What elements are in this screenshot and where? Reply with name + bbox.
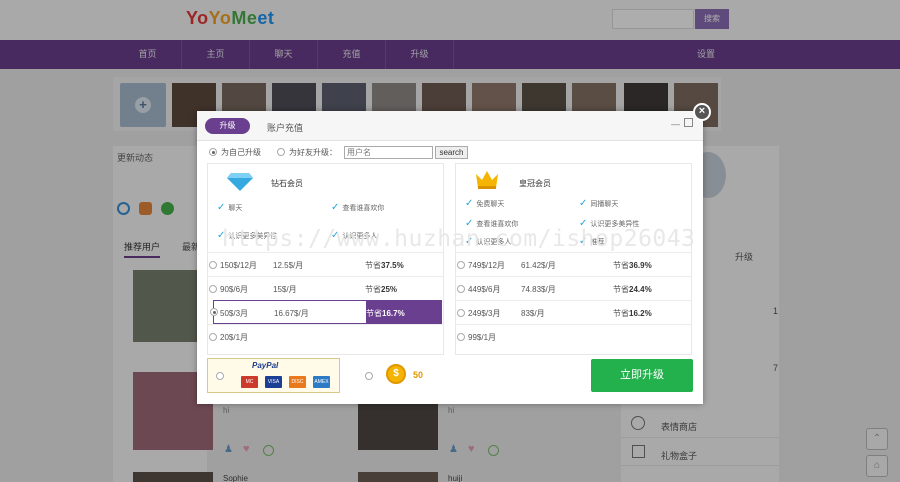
option-friend-label: 为好友升级：: [289, 148, 337, 157]
diamond-title: 钻石会员: [271, 179, 303, 188]
plan-option[interactable]: 90$/6月 15$/月 节省25%: [207, 276, 444, 300]
feature-item: ✓ 免费聊天: [465, 198, 505, 209]
feature-item: ✓ 查看谁喜欢你: [331, 202, 385, 213]
coin-icon: $: [386, 364, 406, 384]
discover-icon: DISC: [289, 376, 306, 388]
plan-option[interactable]: 249$/3月 83$/月 节省16.2%: [455, 300, 692, 324]
plan-radio[interactable]: [457, 333, 465, 341]
tab-upgrade[interactable]: 升级: [205, 118, 250, 134]
mastercard-icon: MC: [241, 376, 258, 388]
plan-radio[interactable]: [457, 261, 465, 269]
plan-option[interactable]: 20$/1月: [207, 324, 444, 348]
visa-icon: VISA: [265, 376, 282, 388]
tab-recharge[interactable]: 账户充值: [267, 121, 303, 134]
plan-option-selected[interactable]: 50$/3月 16.67$/月 节省16.7%: [210, 300, 442, 324]
plan-option[interactable]: 749$/12月 61.42$/月 节省36.9%: [455, 252, 692, 276]
minimize-icon[interactable]: —: [671, 119, 680, 129]
feature-item: ✓ 聊天: [217, 202, 243, 213]
coin-amount: 50: [413, 370, 424, 380]
coin-radio[interactable]: [365, 372, 373, 380]
amex-icon: AMEX: [313, 376, 330, 388]
paypal-logo: PayPal: [252, 361, 279, 370]
upgrade-now-button[interactable]: 立即升级: [591, 359, 693, 392]
plan-option[interactable]: 99$/1月: [455, 324, 692, 348]
friend-search-button[interactable]: search: [435, 146, 468, 159]
plan-radio[interactable]: [457, 285, 465, 293]
watermark: https://www.huzhan.com/ishop26043: [222, 226, 696, 252]
payment-radio[interactable]: [216, 372, 224, 380]
radio-self[interactable]: [209, 148, 217, 156]
feature-item: ✓ 同播聊天: [579, 198, 619, 209]
diamond-icon: [227, 171, 253, 191]
plan-radio[interactable]: [210, 308, 218, 316]
close-icon[interactable]: ×: [693, 103, 711, 121]
maximize-icon[interactable]: [684, 118, 693, 127]
username-field[interactable]: [344, 146, 433, 159]
plan-radio[interactable]: [209, 333, 217, 341]
savings-badge: 节省16.7%: [366, 301, 442, 323]
option-self-label: 为自己升级: [221, 148, 261, 157]
radio-friend[interactable]: [277, 148, 285, 156]
plan-option[interactable]: 449$/6月 74.83$/月 节省24.4%: [455, 276, 692, 300]
plan-radio[interactable]: [457, 309, 465, 317]
crown-title: 皇冠会员: [519, 179, 551, 188]
plan-radio[interactable]: [209, 285, 217, 293]
upgrade-dialog: 升级 账户充值 — 为自己升级 为好友升级： search 钻石会员 ✓聊天 ✓…: [197, 111, 703, 404]
paypal-option[interactable]: PayPal MC VISA DISC AMEX: [207, 358, 340, 393]
dialog-header: 升级 账户充值 —: [197, 111, 703, 141]
crown-icon: [475, 169, 499, 191]
plan-radio[interactable]: [209, 261, 217, 269]
plan-option[interactable]: 150$/12月 12.5$/月 节省37.5%: [207, 252, 444, 276]
